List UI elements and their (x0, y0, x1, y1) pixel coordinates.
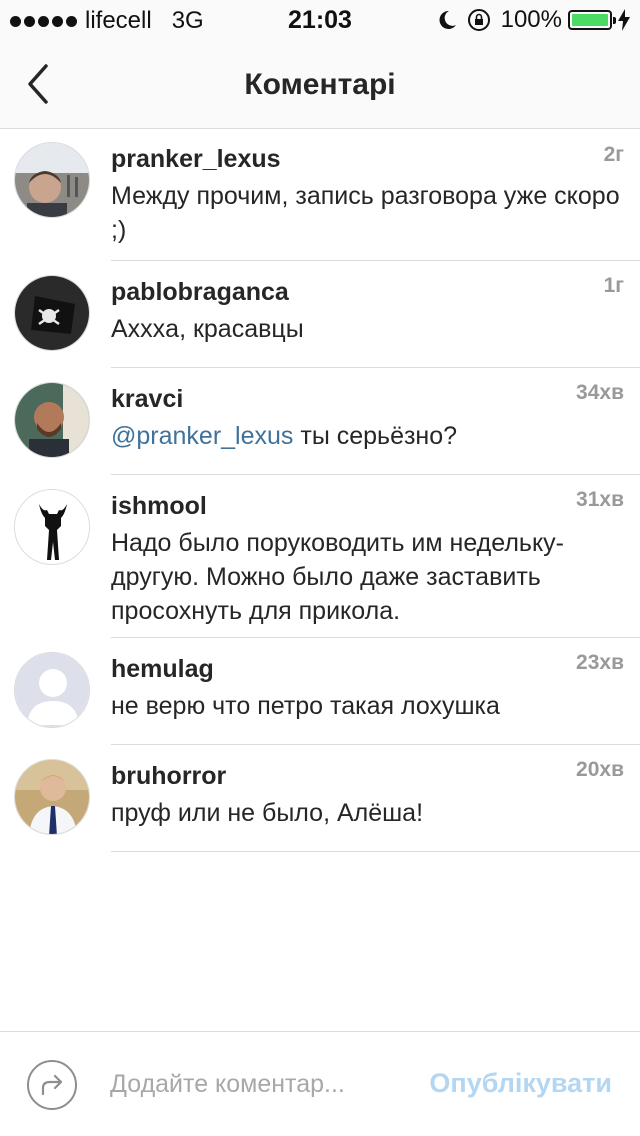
comment-body: pranker_lexus Между прочим, запись разго… (111, 141, 624, 247)
comment-item: hemulag не верю что петро такая лохушка … (0, 638, 640, 745)
comment-username[interactable]: hemulag (111, 651, 624, 687)
comment-body: ishmool Надо было поруководить им недель… (111, 488, 624, 628)
mention-link[interactable]: @pranker_lexus (111, 422, 293, 450)
avatar[interactable] (14, 275, 90, 351)
comment-item: ishmool Надо было поруководить им недель… (0, 475, 640, 638)
comment-username[interactable]: bruhorror (111, 758, 624, 794)
comment-username[interactable]: pranker_lexus (111, 141, 624, 177)
comment-time: 34хв (576, 381, 624, 404)
avatar[interactable] (14, 382, 90, 458)
comment-item: pablobraganca Ахххa, красавцы 1г (0, 261, 640, 368)
avatar[interactable] (14, 142, 90, 218)
comment-text: Ахххa, красавцы (111, 315, 304, 343)
comment-body: hemulag не верю что петро такая лохушка (111, 651, 624, 723)
rotation-lock-icon (467, 9, 490, 31)
avatar[interactable] (14, 652, 90, 728)
do-not-disturb-moon-icon (439, 10, 456, 29)
nav-header: Коментарі (0, 40, 640, 129)
comment-item: kravci @pranker_lexus ты серьёзно? 34хв (0, 368, 640, 475)
comment-time: 31хв (576, 488, 624, 511)
publish-button[interactable]: Опублікувати (429, 1068, 612, 1099)
comment-username[interactable]: pablobraganca (111, 274, 624, 310)
comment-time: 23хв (576, 651, 624, 674)
comment-body: pablobraganca Ахххa, красавцы (111, 274, 624, 346)
share-button[interactable] (27, 1060, 77, 1110)
comment-input-bar: Опублікувати (0, 1031, 640, 1136)
comment-text: Надо было поруководить им недельку-другу… (111, 529, 564, 625)
status-bar: lifecell 3G 21:03 100% (0, 0, 640, 40)
comment-item: bruhorror пруф или не было, Алёша! 20хв (0, 745, 640, 852)
comment-text: @pranker_lexus ты серьёзно? (111, 419, 624, 453)
comment-username[interactable]: kravci (111, 381, 624, 417)
share-arrow-icon (41, 1074, 63, 1096)
comment-body: kravci @pranker_lexus ты серьёзно? (111, 381, 624, 453)
battery-icon (568, 10, 616, 30)
divider (111, 851, 640, 852)
comment-time: 2г (603, 143, 624, 166)
comment-input[interactable] (110, 1062, 380, 1106)
comment-item: pranker_lexus Между прочим, запись разго… (0, 129, 640, 261)
comment-text: Между прочим, запись разговора уже скоро… (111, 182, 620, 244)
charging-bolt-icon (618, 9, 630, 31)
battery-percent: 100% (500, 6, 562, 33)
avatar[interactable] (14, 489, 90, 565)
comment-text: не верю что петро такая лохушка (111, 692, 500, 720)
status-right: 100% (437, 6, 630, 34)
comment-text: пруф или не было, Алёша! (111, 799, 424, 827)
comment-text-rest: ты серьёзно? (293, 422, 458, 450)
comment-username[interactable]: ishmool (111, 488, 624, 524)
avatar[interactable] (14, 759, 90, 835)
comment-body: bruhorror пруф или не было, Алёша! (111, 758, 624, 830)
page-title: Коментарі (244, 68, 396, 101)
battery-fill (572, 14, 608, 26)
comment-time: 20хв (576, 758, 624, 781)
comment-time: 1г (603, 274, 624, 297)
